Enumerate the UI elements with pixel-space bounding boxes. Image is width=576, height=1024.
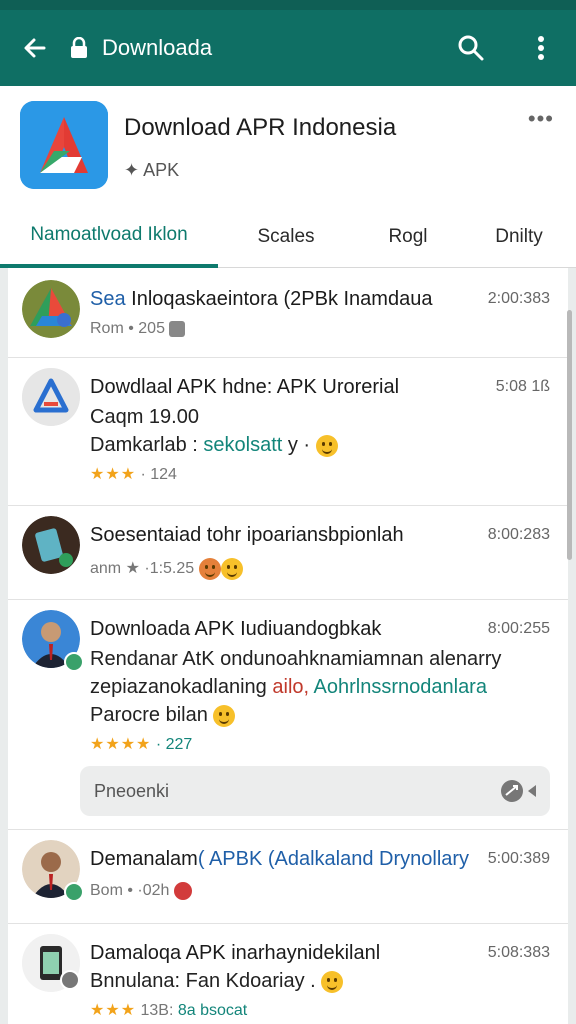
app-name: Download APR Indonesia xyxy=(124,114,397,141)
tab-namoatlvoad[interactable]: Namoatlvoad Iklon xyxy=(0,206,218,268)
item-title: Soesentaiad tohr ipoariansbpionlah xyxy=(90,524,404,546)
item-time: 5:08:383 xyxy=(487,944,550,961)
lock-icon xyxy=(70,10,92,86)
avatar xyxy=(22,368,80,426)
refresh-icon xyxy=(169,320,186,337)
status-bar xyxy=(0,0,576,10)
item-line: Rendanar AtK ondunoahknamiamnan alenarry xyxy=(90,648,502,670)
item-time: 5:08 1ß xyxy=(495,378,550,395)
item-title: Downloada APK Iudiuandogbkak xyxy=(90,618,382,640)
top-app-bar: Downloada xyxy=(0,10,576,86)
send-icon[interactable] xyxy=(500,779,538,808)
app-header: Download APR Indonesia ✦ APK ••• xyxy=(0,86,576,206)
pin-icon: ✦ xyxy=(124,160,144,180)
list-item[interactable]: Demanalam( APBK (Adalkaland Drynollary 5… xyxy=(8,830,568,924)
smile-emoji-icon xyxy=(220,558,243,580)
comment-list[interactable]: Sea Inloqaskaeintora (2PBk Inamdaua 2:00… xyxy=(8,268,568,1024)
tab-scales[interactable]: Scales xyxy=(218,206,354,268)
item-meta: ★★★ 13B: 8a bsocat xyxy=(90,1002,248,1019)
close-badge-icon xyxy=(60,970,80,990)
reply-input[interactable] xyxy=(94,776,474,806)
emoji-icon xyxy=(198,558,221,580)
page-title: Downloada xyxy=(102,35,213,60)
item-title: Demanalam( APBK (Adalkaland Drynollary xyxy=(90,848,470,870)
item-meta: Rom • 205 xyxy=(90,320,186,338)
list-item[interactable]: Damaloqa APK inarhaynidekilanl 5:08:383 … xyxy=(8,924,568,1024)
list-item[interactable]: Downloada APK Iudiuandogbkak 8:00:255 Re… xyxy=(8,600,568,830)
app-subtitle: ✦ APK xyxy=(124,160,180,180)
avatar xyxy=(22,516,80,574)
item-time: 5:00:389 xyxy=(487,850,550,867)
rating-stars: ★★★ xyxy=(90,466,137,483)
item-line: Damkarlab : sekolsatt y · xyxy=(90,434,338,457)
item-meta: ★★★ · 124 xyxy=(90,466,177,483)
item-time: 2:00:383 xyxy=(487,290,550,307)
tab-dnilty[interactable]: Dnilty xyxy=(462,206,576,268)
rating-stars: ★★★ xyxy=(90,1002,137,1019)
tab-bar: Namoatlvoad Iklon Scales Rogl Dnilty xyxy=(0,206,576,268)
search-icon[interactable] xyxy=(436,10,506,86)
smile-emoji-icon xyxy=(213,704,236,727)
verified-badge-icon xyxy=(64,652,84,672)
heart-icon xyxy=(173,882,192,900)
tab-rogl[interactable]: Rogl xyxy=(354,206,462,268)
list-item[interactable]: Soesentaiad tohr ipoariansbpionlah 8:00:… xyxy=(8,506,568,600)
item-time: 8:00:283 xyxy=(487,526,550,543)
list-item[interactable]: Dowdlaal APK hdne: APK Urorerial 5:08 1ß… xyxy=(8,358,568,506)
arrow-left-icon[interactable] xyxy=(0,10,70,86)
item-title: Sea Inloqaskaeintora (2PBk Inamdaua xyxy=(90,288,433,310)
avatar xyxy=(22,280,80,338)
scrollbar[interactable] xyxy=(567,310,572,560)
rating-stars: ★★★★ xyxy=(90,736,152,753)
item-line: Caqm 19.00 xyxy=(90,406,199,428)
item-meta: anm ★ ·1:5.25 xyxy=(90,558,243,580)
more-vertical-icon[interactable] xyxy=(506,10,576,86)
item-title: Dowdlaal APK hdne: APK Urorerial xyxy=(90,376,400,398)
app-logo-icon[interactable] xyxy=(20,101,108,189)
verified-badge-icon xyxy=(64,882,84,902)
item-meta: ★★★★ · 227 xyxy=(90,736,193,753)
reply-input-box[interactable] xyxy=(80,766,550,816)
item-meta: Bom • ·02h xyxy=(90,882,192,900)
item-line: zepiazanokadlaning ailo, Aohrlnssrnodanl… xyxy=(90,676,487,698)
smile-emoji-icon xyxy=(321,970,344,993)
item-line: Bnnulana: Fan Kdoariay . xyxy=(90,970,344,993)
smile-emoji-icon xyxy=(315,434,338,457)
item-title: Damaloqa APK inarhaynidekilanl xyxy=(90,942,381,964)
item-line: Parocre bilan xyxy=(90,704,236,727)
item-time: 8:00:255 xyxy=(487,620,550,637)
header-more-button[interactable]: ••• xyxy=(528,106,554,132)
list-item[interactable]: Sea Inloqaskaeintora (2PBk Inamdaua 2:00… xyxy=(8,268,568,358)
